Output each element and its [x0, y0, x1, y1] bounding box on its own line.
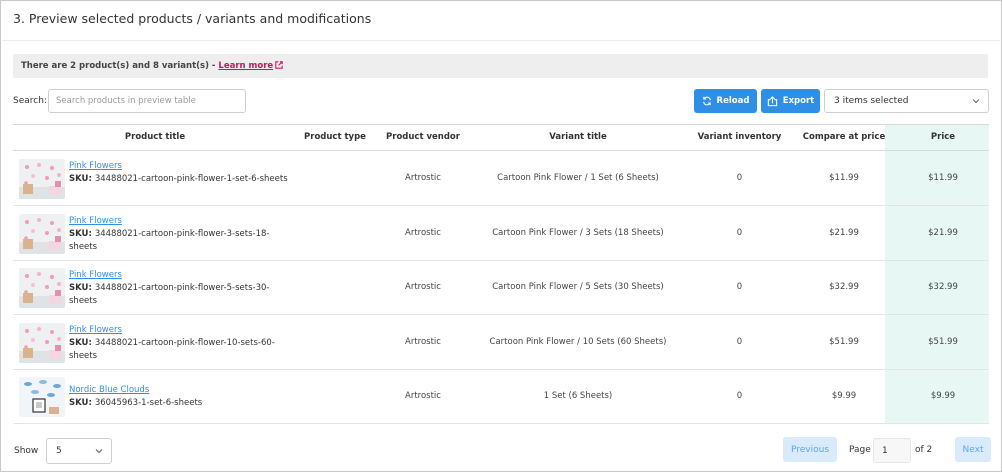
product-vendor-cell: Artrostic: [405, 228, 441, 238]
price-cell: $21.99: [928, 228, 958, 238]
show-label: Show: [14, 446, 39, 456]
preview-panel: 3. Preview selected products / variants …: [0, 0, 1002, 472]
search-input[interactable]: [48, 89, 246, 113]
reload-label: Reload: [716, 96, 750, 106]
info-text-wrap: There are 2 product(s) and 8 variant(s) …: [21, 61, 283, 71]
variant-title-cell: Cartoon Pink Flower / 1 Set (6 Sheets): [497, 173, 659, 183]
product-thumbnail: [19, 323, 65, 363]
variant-title-cell: Cartoon Pink Flower / 10 Sets (60 Sheets…: [489, 337, 667, 347]
price-cell: $51.99: [928, 337, 958, 347]
page-size-select[interactable]: 5: [46, 438, 112, 464]
divider: [2, 40, 1000, 41]
sku-label: SKU:: [69, 398, 95, 408]
learn-more-label: Learn more: [218, 61, 274, 71]
sku-value: 34488021-cartoon-pink-flower-10-sets-60-…: [69, 338, 275, 361]
sku-label: SKU:: [69, 229, 95, 239]
product-cell: Nordic Blue Clouds SKU: 36045963-1-set-6-…: [69, 384, 289, 410]
price-cell: $11.99: [928, 173, 958, 183]
col-variant-inventory[interactable]: Variant inventory: [683, 125, 796, 150]
compare-at-price-cell: $21.99: [829, 228, 859, 238]
variant-title-cell: Cartoon Pink Flower / 5 Sets (30 Sheets): [492, 282, 664, 292]
price-cell: $9.99: [930, 391, 956, 401]
product-title-link[interactable]: Pink Flowers: [69, 216, 122, 226]
table-row: Nordic Blue Clouds SKU: 36045963-1-set-6-…: [13, 370, 989, 424]
search-label: Search:: [13, 96, 47, 106]
info-banner: There are 2 product(s) and 8 variant(s) …: [13, 54, 988, 78]
compare-at-price-cell: $51.99: [829, 337, 859, 347]
table-row: Pink Flowers SKU: 34488021-cartoon-pink-f…: [13, 315, 989, 370]
export-icon: [767, 95, 777, 106]
product-thumbnail: [19, 268, 65, 308]
product-cell: Pink Flowers SKU: 34488021-cartoon-pink-f…: [69, 269, 289, 308]
items-selected-value: 3 items selected: [834, 96, 909, 106]
product-thumbnail: [19, 214, 65, 254]
learn-more-link[interactable]: Learn more: [218, 61, 283, 71]
sku-label: SKU:: [69, 338, 95, 348]
col-product-type[interactable]: Product type: [297, 125, 373, 150]
table-row: Pink Flowers SKU: 34488021-cartoon-pink-f…: [13, 206, 989, 261]
next-button[interactable]: Next: [955, 437, 991, 462]
reload-button[interactable]: Reload: [694, 89, 757, 113]
page-total-label: of 2: [915, 445, 933, 455]
page-size-value: 5: [56, 446, 62, 456]
variant-inventory-cell: 0: [736, 391, 743, 401]
product-vendor-cell: Artrostic: [405, 173, 441, 183]
product-cell: Pink Flowers SKU: 34488021-cartoon-pink-f…: [69, 215, 289, 254]
section-title: 3. Preview selected products / variants …: [13, 11, 372, 26]
col-price[interactable]: Price: [897, 125, 989, 150]
col-variant-title[interactable]: Variant title: [473, 125, 683, 150]
sku-label: SKU:: [69, 283, 95, 293]
info-text: There are 2 product(s) and 8 variant(s) …: [21, 61, 219, 71]
chevron-down-icon: [95, 449, 103, 454]
product-title-link[interactable]: Nordic Blue Clouds: [69, 385, 149, 395]
external-link-icon: [275, 61, 283, 69]
col-compare-at-price[interactable]: Compare at price: [796, 125, 892, 150]
product-title-link[interactable]: Pink Flowers: [69, 270, 122, 280]
compare-at-price-cell: $32.99: [829, 282, 859, 292]
col-product-vendor[interactable]: Product vendor: [373, 125, 473, 150]
sku-value: 34488021-cartoon-pink-flower-1-set-6-she…: [94, 174, 288, 184]
product-vendor-cell: Artrostic: [405, 337, 441, 347]
sku-value: 36045963-1-set-6-sheets: [94, 398, 203, 408]
variant-inventory-cell: 0: [736, 282, 743, 292]
sku-value: 34488021-cartoon-pink-flower-3-sets-18-s…: [69, 229, 270, 252]
product-cell: Pink Flowers SKU: 34488021-cartoon-pink-f…: [69, 160, 289, 186]
page-number-input[interactable]: [873, 438, 911, 463]
export-button[interactable]: Export: [761, 89, 820, 113]
sku-label: SKU:: [69, 174, 95, 184]
col-product-title[interactable]: Product title: [13, 125, 297, 150]
product-cell: Pink Flowers SKU: 34488021-cartoon-pink-f…: [69, 324, 289, 363]
page-label: Page: [849, 445, 871, 455]
compare-at-price-cell: $9.99: [831, 391, 857, 401]
product-thumbnail: [19, 377, 65, 417]
product-thumbnail: [19, 159, 65, 199]
table-row: Pink Flowers SKU: 34488021-cartoon-pink-f…: [13, 151, 989, 206]
variant-title-cell: 1 Set (6 Sheets): [543, 391, 613, 401]
variant-inventory-cell: 0: [736, 173, 743, 183]
previous-button[interactable]: Previous: [783, 437, 837, 462]
chevron-down-icon: [972, 99, 980, 104]
product-title-link[interactable]: Pink Flowers: [69, 161, 122, 171]
variant-title-cell: Cartoon Pink Flower / 3 Sets (18 Sheets): [492, 228, 664, 238]
sku-value: 34488021-cartoon-pink-flower-5-sets-30-s…: [69, 283, 270, 306]
compare-at-price-cell: $11.99: [829, 173, 859, 183]
variant-inventory-cell: 0: [736, 228, 743, 238]
variant-inventory-cell: 0: [736, 337, 743, 347]
product-title-link[interactable]: Pink Flowers: [69, 325, 122, 335]
price-cell: $32.99: [928, 282, 958, 292]
refresh-icon: [702, 96, 711, 106]
product-vendor-cell: Artrostic: [405, 282, 441, 292]
table-header: Product title Product type Product vendo…: [13, 124, 989, 151]
items-selected-dropdown[interactable]: 3 items selected: [824, 89, 989, 113]
table-row: Pink Flowers SKU: 34488021-cartoon-pink-f…: [13, 261, 989, 315]
export-label: Export: [782, 96, 815, 106]
product-vendor-cell: Artrostic: [405, 391, 441, 401]
